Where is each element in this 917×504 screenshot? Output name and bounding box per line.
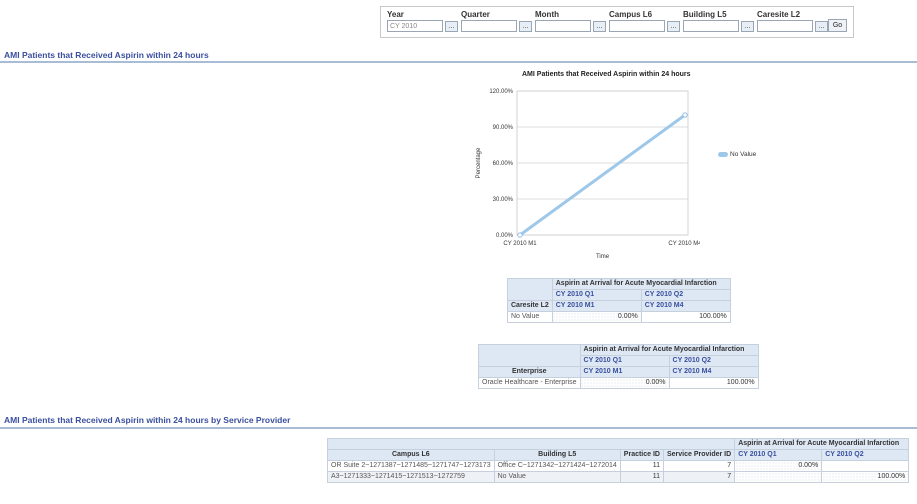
campus-cell: OR Suite 2~1271387~1271485~1271747~12731… <box>327 460 495 472</box>
quarter-header[interactable]: CY 2010 Q1 <box>734 449 823 461</box>
quarter-prompt: Quarter ... <box>461 10 532 32</box>
building-prompt: Building L5 ... <box>683 10 754 32</box>
measure-header: Aspirin at Arrival for Acute Myocardial … <box>579 344 759 356</box>
caresite-browse-button[interactable]: ... <box>815 20 828 32</box>
y-tick-label: 0.00% <box>496 233 514 239</box>
column-header: Building L5 <box>493 449 621 461</box>
line-chart: 0.00% 30.00% 60.00% 90.00% 120.00% CY 2010 M1… <box>476 89 700 260</box>
value-cell: 0.00% <box>734 460 823 472</box>
caresite-prompt: Caresite L2 ... <box>757 10 828 32</box>
value-cell: 0.00% <box>579 377 670 389</box>
y-axis-label: Percentage <box>476 147 482 178</box>
chart-legend: No Value <box>718 151 756 158</box>
year-prompt: Year CY 2010 ... <box>387 10 458 32</box>
measure-header: Aspirin at Arrival for Acute Myocardial … <box>551 278 731 290</box>
prompt-bar: Year CY 2010 ... Quarter ... Month ... C… <box>380 6 854 38</box>
practice-cell: 11 <box>619 471 664 483</box>
x-axis-label: Time <box>596 254 610 260</box>
campus-prompt: Campus L6 ... <box>609 10 680 32</box>
campus-browse-button[interactable]: ... <box>667 20 680 32</box>
building-browse-button[interactable]: ... <box>741 20 754 32</box>
chart-title: AMI Patients that Received Aspirin withi… <box>522 71 691 78</box>
go-button[interactable]: Go <box>828 19 847 32</box>
month-header[interactable]: CY 2010 M1 <box>551 300 642 312</box>
section-divider <box>0 427 917 429</box>
provider-cell: 7 <box>662 460 736 472</box>
campus-input[interactable] <box>609 20 665 32</box>
campus-label: Campus L6 <box>609 10 653 19</box>
month-header[interactable]: CY 2010 M1 <box>579 366 670 378</box>
table-row: OR Suite 2~1271387~1271485~1271747~12731… <box>327 460 910 472</box>
legend-label: No Value <box>730 151 757 158</box>
measure-header: Aspirin at Arrival for Acute Myocardial … <box>734 438 910 450</box>
column-header: Campus L6 <box>327 449 495 461</box>
section-title: AMI Patients that Received Aspirin withi… <box>4 415 291 425</box>
year-input[interactable]: CY 2010 <box>387 20 443 32</box>
column-header: Practice ID <box>619 449 664 461</box>
value-cell: 100.00% <box>640 311 731 323</box>
caresite-pivot-table: Aspirin at Arrival for Acute Myocardial … <box>507 278 731 323</box>
section-title: AMI Patients that Received Aspirin withi… <box>4 50 209 60</box>
section-divider <box>0 61 917 63</box>
enterprise-pivot-table: Aspirin at Arrival for Acute Myocardial … <box>478 344 759 389</box>
month-prompt: Month ... <box>535 10 606 32</box>
value-cell: 100.00% <box>668 377 759 389</box>
row-label: No Value <box>507 311 553 323</box>
y-tick-label: 90.00% <box>493 125 514 131</box>
value-cell: 0.00% <box>551 311 642 323</box>
practice-cell: 11 <box>619 460 664 472</box>
quarter-label: Quarter <box>461 10 490 19</box>
row-dimension-header: Caresite L2 <box>507 300 553 312</box>
campus-cell: A3~1271333~1271415~1271513~1272759 <box>327 471 495 483</box>
quarter-header[interactable]: CY 2010 Q2 <box>821 449 910 461</box>
building-label: Building L5 <box>683 10 727 19</box>
year-browse-button[interactable]: ... <box>445 20 458 32</box>
y-tick-label: 60.00% <box>493 161 514 167</box>
value-cell: 100.00% <box>821 471 910 483</box>
quarter-header[interactable]: CY 2010 Q2 <box>668 355 759 367</box>
quarter-header[interactable]: CY 2010 Q1 <box>551 289 642 301</box>
x-tick-label: CY 2010 M1 <box>503 241 537 247</box>
building-input[interactable] <box>683 20 739 32</box>
year-label: Year <box>387 10 404 19</box>
month-label: Month <box>535 10 559 19</box>
data-point <box>682 112 688 118</box>
caresite-label: Caresite L2 <box>757 10 801 19</box>
value-cell <box>734 471 823 483</box>
row-dimension-header: Enterprise <box>478 366 581 378</box>
row-label: Oracle Healthcare - Enterprise <box>478 377 581 389</box>
table-row: A3~1271333~1271415~1271513~1272759 No Va… <box>327 471 910 483</box>
building-cell: No Value <box>493 471 621 483</box>
y-tick-label: 120.00% <box>489 89 513 95</box>
month-header[interactable]: CY 2010 M4 <box>668 366 759 378</box>
quarter-browse-button[interactable]: ... <box>519 20 532 32</box>
data-point <box>517 232 523 238</box>
legend-swatch <box>718 152 728 157</box>
quarter-header[interactable]: CY 2010 Q1 <box>579 355 670 367</box>
y-tick-label: 30.00% <box>493 197 514 203</box>
provider-cell: 7 <box>662 471 736 483</box>
value-cell <box>821 460 910 472</box>
column-header: Service Provider ID <box>662 449 736 461</box>
quarter-header[interactable]: CY 2010 Q2 <box>640 289 731 301</box>
month-header[interactable]: CY 2010 M4 <box>640 300 731 312</box>
provider-table: Aspirin at Arrival for Acute Myocardial … <box>326 438 910 483</box>
quarter-input[interactable] <box>461 20 517 32</box>
month-input[interactable] <box>535 20 591 32</box>
month-browse-button[interactable]: ... <box>593 20 606 32</box>
caresite-input[interactable] <box>757 20 813 32</box>
building-cell: Office C~1271342~1271424~1272014 <box>493 460 621 472</box>
x-tick-label: CY 2010 M4 <box>668 241 700 247</box>
